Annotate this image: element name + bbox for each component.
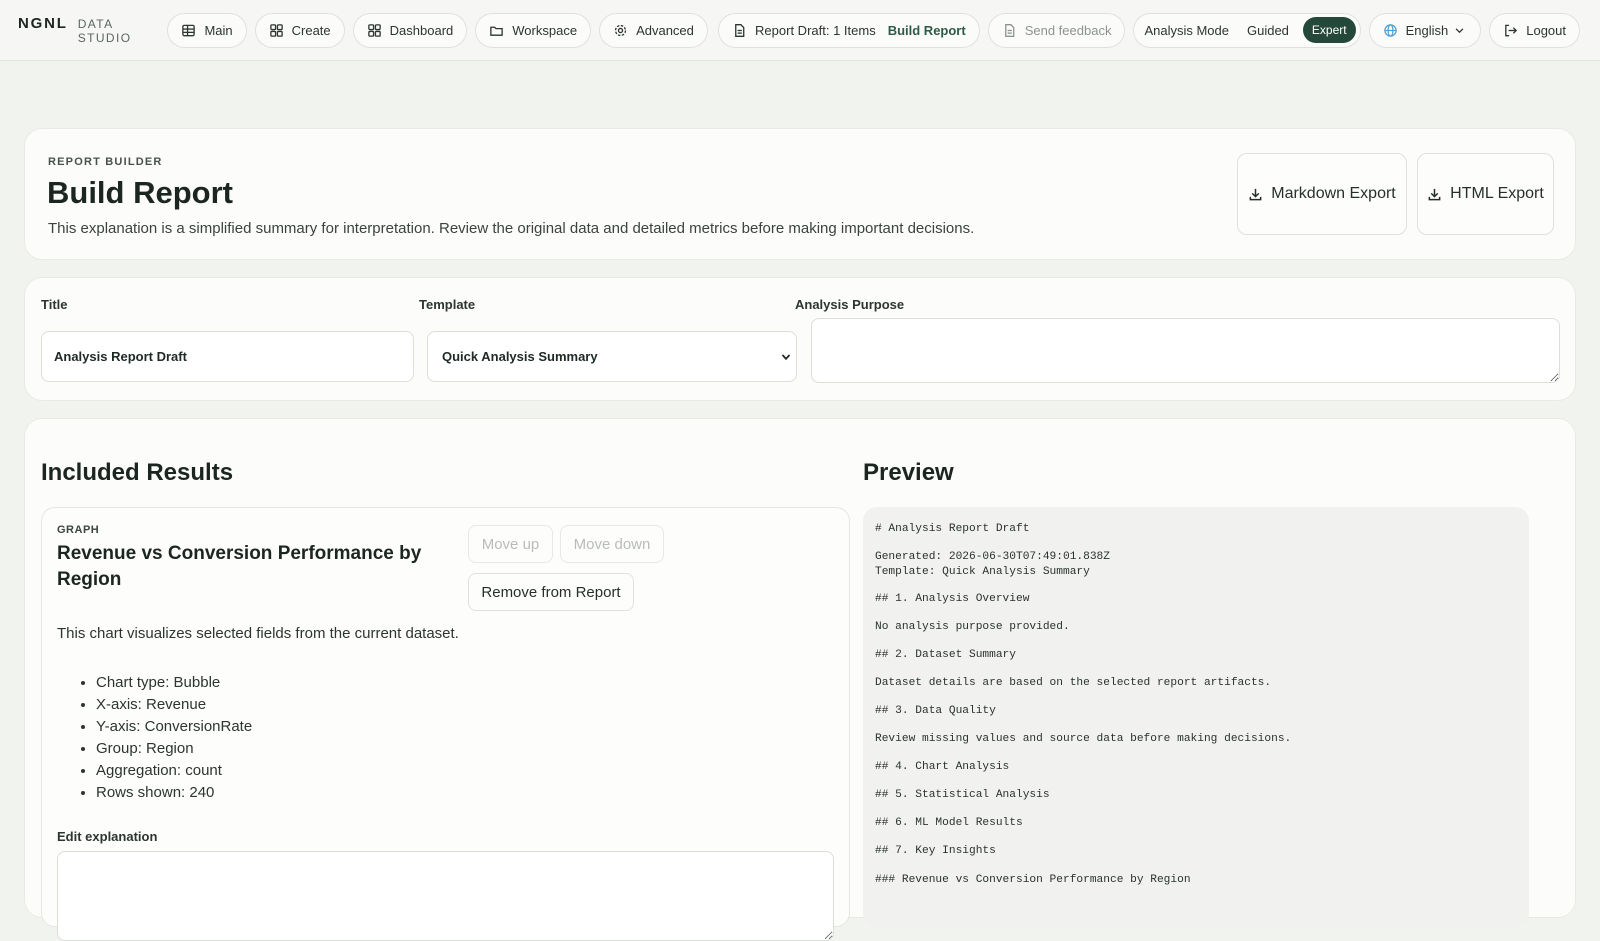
folder-icon: [490, 26, 504, 36]
download-icon: [1428, 188, 1441, 200]
list-item: Y-axis: ConversionRate: [96, 716, 252, 738]
report-content: Included Results Preview GRAPH Revenue v…: [24, 418, 1576, 941]
preview-line: ## 7. Key Insights: [875, 845, 996, 857]
send-feedback-label: Send feedback: [1024, 22, 1112, 38]
report-builder-header: REPORT BUILDER Build Report This explana…: [24, 128, 1576, 260]
preview-line: ## 1. Analysis Overview: [875, 593, 1030, 605]
nav-dashboard-label: Dashboard: [389, 22, 454, 38]
list-item: Aggregation: count: [96, 760, 252, 782]
preview-line: Dataset details are based on the selecte…: [875, 677, 1272, 689]
globe-icon: [1383, 23, 1397, 37]
gear-icon: [614, 24, 627, 36]
brand-name: NGNL: [18, 15, 68, 32]
send-feedback-button[interactable]: Send feedback: [987, 12, 1126, 48]
move-up-button[interactable]: Move up: [468, 525, 553, 563]
result-description: This chart visualizes selected fields fr…: [57, 625, 459, 642]
title-label: Title: [41, 297, 68, 312]
dashboard-icon: [367, 23, 381, 37]
html-export-button[interactable]: HTML Export: [1417, 153, 1554, 235]
nav-main-button[interactable]: Main: [167, 12, 247, 48]
language-select[interactable]: English: [1368, 12, 1482, 48]
preview-line: No analysis purpose provided.: [875, 621, 1070, 633]
list-item: X-axis: Revenue: [96, 694, 252, 716]
mode-guided-option[interactable]: Guided: [1247, 23, 1289, 38]
page-title: Build Report: [47, 175, 233, 210]
markdown-preview: # Analysis Report Draft Generated: 2026-…: [863, 507, 1529, 927]
preview-line: ## 2. Dataset Summary: [875, 649, 1016, 661]
logout-icon: [1505, 24, 1518, 36]
table-icon: [182, 24, 196, 36]
preview-line: ## 5. Statistical Analysis: [875, 789, 1050, 801]
report-draft-status[interactable]: Report Draft: 1 Items Build Report: [718, 12, 980, 48]
feedback-icon: [1004, 23, 1015, 37]
nav-advanced-label: Advanced: [636, 22, 694, 38]
nav-create-label: Create: [291, 22, 331, 38]
markdown-export-label: Markdown Export: [1271, 185, 1396, 202]
nav-dashboard-button[interactable]: Dashboard: [352, 12, 468, 48]
preview-line: Template: Quick Analysis Summary: [875, 566, 1090, 578]
report-settings-form: Title Template Quick Analysis Summary An…: [24, 277, 1576, 401]
brand-subtitle: DATA STUDIO: [77, 17, 132, 45]
html-export-label: HTML Export: [1450, 185, 1544, 202]
remove-from-report-button[interactable]: Remove from Report: [468, 573, 634, 611]
nav-main-label: Main: [204, 22, 233, 38]
download-icon: [1249, 188, 1262, 200]
included-results-heading: Included Results: [41, 459, 234, 486]
result-details-list: Chart type: Bubble X-axis: Revenue Y-axi…: [96, 672, 252, 804]
template-label: Template: [419, 297, 476, 312]
preview-line: Review missing values and source data be…: [875, 733, 1292, 745]
nav-advanced-button[interactable]: Advanced: [599, 12, 708, 48]
nav-create-button[interactable]: Create: [254, 12, 345, 48]
edit-explanation-label: Edit explanation: [57, 829, 158, 844]
brand[interactable]: NGNL DATA STUDIO: [18, 15, 131, 45]
preview-line: Generated: 2026-06-30T07:49:01.838Z: [875, 551, 1110, 563]
preview-line: ## 3. Data Quality: [875, 705, 996, 717]
build-report-link[interactable]: Build Report: [888, 23, 966, 38]
preview-heading: Preview: [863, 459, 954, 486]
grid-icon: [269, 23, 283, 37]
analysis-mode-label: Analysis Mode: [1144, 22, 1229, 38]
result-item-card: GRAPH Revenue vs Conversion Performance …: [41, 507, 850, 941]
list-item: Rows shown: 240: [96, 782, 252, 804]
analysis-purpose-label: Analysis Purpose: [795, 297, 905, 312]
preview-line: ## 6. ML Model Results: [875, 817, 1023, 829]
preview-line: ## 4. Chart Analysis: [875, 761, 1010, 773]
result-title: Revenue vs Conversion Performance by Reg…: [57, 543, 422, 590]
section-eyebrow: REPORT BUILDER: [48, 156, 163, 168]
nav-workspace-button[interactable]: Workspace: [475, 12, 592, 48]
logout-label: Logout: [1526, 22, 1566, 38]
top-nav: NGNL DATA STUDIO Main Create Dashboard W…: [0, 0, 1600, 61]
preview-line: ### Revenue vs Conversion Performance by…: [875, 874, 1191, 886]
mode-expert-option[interactable]: Expert: [1302, 17, 1356, 43]
logout-button[interactable]: Logout: [1489, 12, 1580, 48]
language-label: English: [1405, 22, 1449, 38]
title-input[interactable]: [41, 331, 414, 382]
document-icon: [735, 23, 745, 37]
list-item: Chart type: Bubble: [96, 672, 252, 694]
report-draft-count: Report Draft: 1 Items: [755, 22, 876, 38]
page-subtitle: This explanation is a simplified summary…: [48, 220, 975, 237]
result-type-label: GRAPH: [57, 524, 100, 536]
analysis-mode-toggle: Analysis Mode Guided Expert: [1133, 12, 1361, 48]
analysis-purpose-input[interactable]: [811, 318, 1560, 383]
markdown-export-button[interactable]: Markdown Export: [1237, 153, 1407, 235]
nav-workspace-label: Workspace: [512, 22, 578, 38]
template-select[interactable]: Quick Analysis Summary: [427, 331, 797, 382]
edit-explanation-input[interactable]: [57, 851, 834, 941]
list-item: Group: Region: [96, 738, 252, 760]
preview-line: # Analysis Report Draft: [875, 523, 1030, 535]
chevron-down-icon: [1455, 27, 1464, 33]
move-down-button[interactable]: Move down: [560, 525, 664, 563]
